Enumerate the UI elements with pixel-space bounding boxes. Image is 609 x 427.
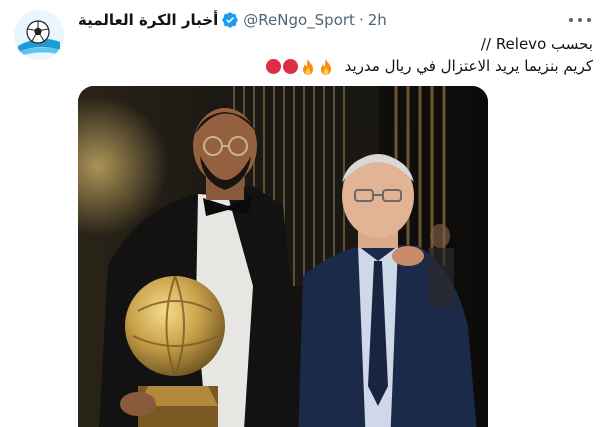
tweet-text-line-1: بحسب Relevo // bbox=[480, 35, 593, 53]
tweet-text: بحسب Relevo // كريم بنزيما يريد الاعتزال… bbox=[83, 33, 593, 77]
tweet-header: أخبار الكرة العالمية @ReNgo_Sport · 2h bbox=[78, 10, 387, 30]
red-circle-emoji-icon bbox=[265, 59, 281, 74]
tweet-timestamp[interactable]: 2h bbox=[368, 10, 387, 30]
tweet-photo[interactable] bbox=[78, 86, 488, 427]
fire-emoji-icon bbox=[302, 58, 313, 75]
tweet-card[interactable]: أخبار الكرة العالمية @ReNgo_Sport · 2h ب… bbox=[0, 0, 609, 427]
tweet-text-main: كريم بنزيما يريد الاعتزال في ريال مدريد bbox=[344, 57, 593, 75]
separator-dot: · bbox=[358, 11, 364, 29]
more-options-icon[interactable] bbox=[569, 12, 591, 28]
author-display-name[interactable]: أخبار الكرة العالمية bbox=[78, 10, 218, 30]
verified-badge-icon bbox=[222, 12, 238, 28]
soccer-ball-logo-icon bbox=[14, 10, 64, 60]
avatar[interactable] bbox=[14, 10, 64, 60]
red-circle-emoji-icon bbox=[282, 59, 298, 74]
fire-emoji-icon bbox=[320, 58, 331, 75]
tweet-text-line-2: كريم بنزيما يريد الاعتزال في ريال مدريد bbox=[83, 55, 593, 77]
emoji-row bbox=[265, 58, 334, 76]
photo-illustration bbox=[78, 86, 488, 427]
author-handle[interactable]: @ReNgo_Sport bbox=[243, 10, 355, 30]
